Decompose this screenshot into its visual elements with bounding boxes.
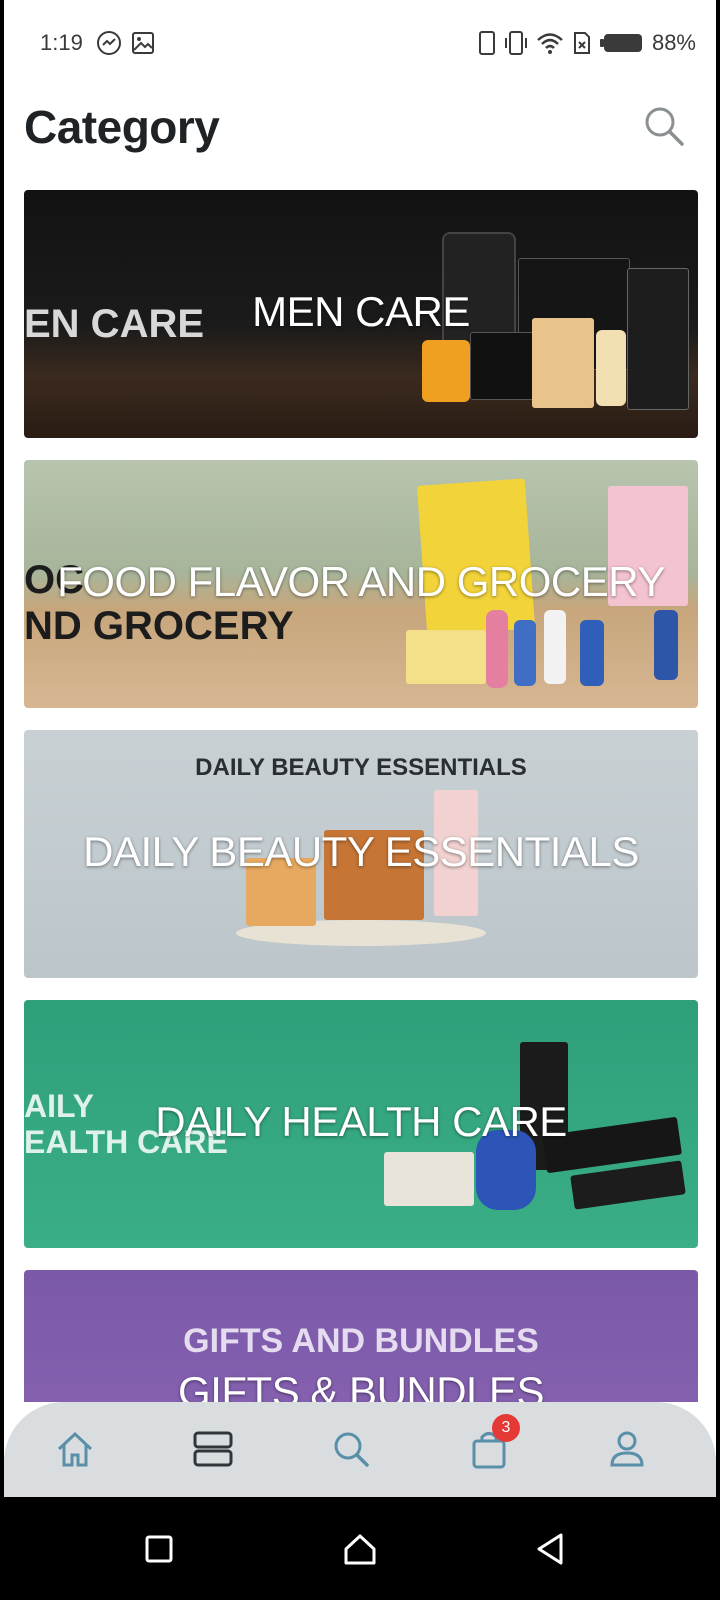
vibrate-icon [504, 31, 527, 55]
profile-icon [610, 1431, 644, 1467]
status-bar: 1:19 88% [4, 0, 716, 84]
back-button[interactable] [531, 1529, 571, 1569]
nav-cart[interactable]: 3 [464, 1414, 520, 1474]
category-card-health[interactable]: AILY EALTH CARE DAILY HEALTH CARE [24, 1000, 698, 1248]
phone-icon [478, 31, 495, 55]
home-button[interactable] [340, 1529, 380, 1569]
category-label: FOOD FLAVOR AND GROCERY [57, 558, 665, 605]
system-nav-bar [0, 1497, 720, 1600]
search-icon[interactable] [642, 104, 686, 148]
categories-icon [193, 1431, 233, 1467]
product-image [514, 620, 536, 686]
battery-icon [599, 34, 642, 52]
product-image [384, 1152, 474, 1206]
search-icon [334, 1432, 369, 1467]
product-image [570, 1160, 686, 1210]
nav-home[interactable] [50, 1424, 100, 1474]
wifi-icon [537, 33, 563, 54]
product-image [416, 478, 536, 636]
product-image [596, 330, 626, 406]
product-image [654, 610, 678, 680]
sim-icon [573, 32, 590, 54]
nav-profile[interactable] [602, 1424, 652, 1474]
page-title: Category [24, 101, 220, 153]
banner-text: DAILY BEAUTY ESSENTIALS [195, 754, 527, 781]
nav-categories[interactable] [188, 1424, 238, 1474]
banner-text: GIFTS AND BUNDLES [183, 1322, 539, 1360]
category-list[interactable]: EN CARE MEN CARE OC ND GROCERY FOOD FLAV… [24, 190, 698, 1402]
messenger-icon [97, 31, 121, 55]
battery-percent: 88% [651, 30, 696, 55]
page-header: Category [4, 84, 716, 184]
gallery-icon [132, 32, 154, 54]
category-card-gifts[interactable]: GIFTS AND BUNDLES GIFTS & BUNDLES [24, 1270, 698, 1402]
product-image [486, 610, 508, 688]
product-image [544, 610, 566, 684]
status-notification-icons [96, 30, 156, 56]
product-image [470, 332, 534, 400]
product-image [422, 340, 470, 402]
bottom-nav: 3 [4, 1402, 716, 1497]
nav-search[interactable] [326, 1424, 376, 1474]
category-label: GIFTS & BUNDLES [178, 1368, 544, 1402]
category-card-men-care[interactable]: EN CARE MEN CARE [24, 190, 698, 438]
recents-button[interactable] [139, 1529, 179, 1569]
category-label: DAILY HEALTH CARE [155, 1098, 567, 1145]
home-icon [57, 1431, 93, 1467]
category-label: DAILY BEAUTY ESSENTIALS [83, 828, 639, 875]
status-time: 1:19 [40, 30, 83, 55]
cart-badge: 3 [492, 1414, 520, 1442]
product-image [406, 630, 486, 684]
category-card-food-grocery[interactable]: OC ND GROCERY FOOD FLAVOR AND GROCERY [24, 460, 698, 708]
app-screen: 1:19 88% Category EN CARE MEN CARE OC ND… [4, 0, 716, 1497]
status-system-icons: 88% [478, 30, 696, 56]
product-image [580, 620, 604, 686]
banner-text: ND GROCERY [24, 604, 294, 648]
category-card-beauty[interactable]: DAILY BEAUTY ESSENTIALS DAILY BEAUTY ESS… [24, 730, 698, 978]
category-label: MEN CARE [252, 288, 470, 335]
